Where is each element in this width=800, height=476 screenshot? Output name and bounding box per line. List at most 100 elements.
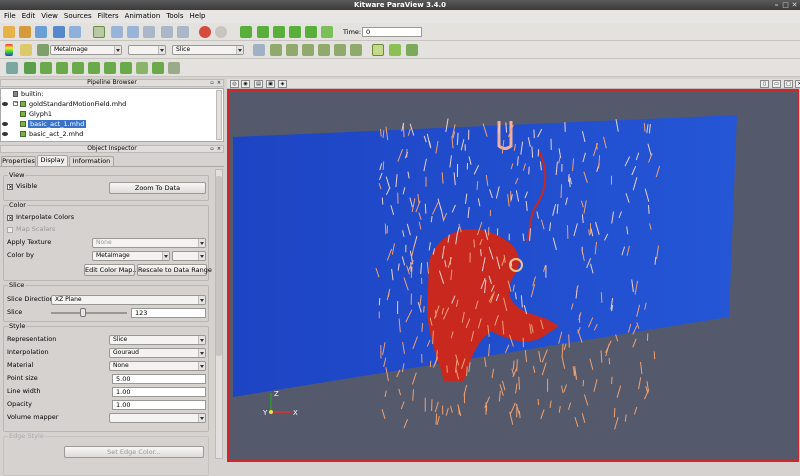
stream-tracer-icon[interactable] [120,62,132,74]
close-icon[interactable]: ✕ [790,1,799,9]
pipeline-scrollbar[interactable] [216,90,222,140]
tab-properties[interactable]: Properties [1,156,36,166]
rescale-range-icon[interactable] [37,44,49,56]
menu-file[interactable]: File [1,10,19,23]
rescale-to-data-range-button[interactable]: Rescale to Data Range [137,264,207,276]
pick-center-icon[interactable] [93,26,105,38]
material-combo[interactable]: None [109,361,206,371]
time-input[interactable]: 0 [362,27,422,37]
split-vertical-icon[interactable]: ▭ [772,80,781,88]
lookmark-icon[interactable]: ◉ [241,80,250,88]
open-file-icon[interactable] [3,26,15,38]
representation-combo[interactable]: Slice [172,45,244,55]
menu-view[interactable]: View [38,10,61,23]
redo-icon[interactable] [215,26,227,38]
minimize-icon[interactable]: – [772,1,781,9]
tab-information[interactable]: Information [69,156,114,166]
tab-display[interactable]: Display [37,155,68,166]
threshold-icon[interactable] [72,62,84,74]
slice-value-input[interactable]: 123 [131,308,206,318]
reset-camera-icon[interactable] [253,44,265,56]
connect-icon[interactable] [53,26,65,38]
next-frame-icon[interactable] [289,26,301,38]
apply-texture-combo[interactable]: None [92,238,206,248]
slice-direction-combo[interactable]: XZ Plane [51,295,206,305]
color-array-combo[interactable]: MetaImage [50,45,122,55]
tree-row-basic-act-2[interactable]: basic_act_2.mhd [1,129,216,139]
edit-color-map-button[interactable]: Edit Color Map... [84,264,135,276]
slice-icon[interactable] [56,62,68,74]
calculator-icon[interactable] [6,62,18,74]
zoom-box-icon[interactable] [177,26,189,38]
map-scalars-checkbox[interactable] [7,227,13,233]
close-panel-icon[interactable]: × [216,80,222,86]
disconnect-icon[interactable] [69,26,81,38]
float-panel-icon[interactable]: ▫ [209,80,215,86]
select-points-icon[interactable] [127,26,139,38]
pick-center-toggle-icon[interactable] [406,44,418,56]
close-panel-icon[interactable]: × [216,146,222,152]
interpolate-colors-checkbox[interactable]: ✕ [7,215,13,221]
menu-animation[interactable]: Animation [122,10,164,23]
warp-vector-icon[interactable] [136,62,148,74]
screenshot-icon[interactable]: ▣ [266,80,275,88]
select-block-icon[interactable] [161,26,173,38]
contour-icon[interactable] [24,62,36,74]
inspector-scrollbar-thumb[interactable] [216,176,222,356]
close-view-icon[interactable]: × [795,80,800,88]
menu-help[interactable]: Help [187,10,209,23]
eye-icon[interactable] [2,122,8,126]
tree-row-glyph1[interactable]: Glyph1 [1,109,216,119]
view-plus-z-icon[interactable] [334,44,346,56]
tree-row-basic-act-1[interactable]: basic_act_1.mhd [1,119,216,129]
undo-icon[interactable] [199,26,211,38]
view-plus-y-icon[interactable] [302,44,314,56]
maximize-icon[interactable]: □ [781,1,790,9]
tree-row-builtin[interactable]: builtin: [1,89,216,99]
play-icon[interactable] [273,26,285,38]
opacity-input[interactable]: 1.00 [112,400,206,410]
glyph-icon[interactable] [104,62,116,74]
render-icon[interactable]: ◈ [278,80,287,88]
render-view[interactable]: Z X Y [227,89,799,462]
select-cells-icon[interactable] [111,26,123,38]
edit-color-map-icon[interactable] [20,44,32,56]
show-center-icon[interactable] [372,44,384,56]
inspector-scrollbar[interactable] [215,169,223,459]
eye-icon[interactable] [2,132,8,136]
view-minus-z-icon[interactable] [350,44,362,56]
eye-icon[interactable] [2,102,8,106]
point-size-input[interactable]: 5.00 [112,374,206,384]
color-by-combo[interactable]: MetaImage [92,251,170,261]
previous-frame-icon[interactable] [257,26,269,38]
split-horizontal-icon[interactable]: ▯ [760,80,769,88]
zoom-to-data-button[interactable]: Zoom To Data [109,182,206,194]
line-width-input[interactable]: 1.00 [112,387,206,397]
interpolation-combo[interactable]: Gouraud [109,348,206,358]
save-state-icon[interactable] [35,26,47,38]
menu-filters[interactable]: Filters [95,10,122,23]
view-plus-x-icon[interactable] [270,44,282,56]
clip-icon[interactable] [40,62,52,74]
visible-checkbox[interactable]: ✕ [7,184,13,190]
last-frame-icon[interactable] [305,26,317,38]
extract-level-icon[interactable] [168,62,180,74]
slice-slider-handle[interactable] [80,308,86,317]
view-minus-y-icon[interactable] [318,44,330,56]
menu-tools[interactable]: Tools [163,10,186,23]
maximize-view-icon[interactable]: □ [784,80,793,88]
float-panel-icon[interactable]: ▫ [209,146,215,152]
load-state-icon[interactable] [19,26,31,38]
slice-slider-track[interactable] [51,312,127,314]
volume-mapper-combo[interactable] [109,413,206,423]
menu-edit[interactable]: Edit [19,10,39,23]
tree-row-motion-field[interactable]: − goldStandardMotionField.mhd [1,99,216,109]
collapse-icon[interactable]: − [13,101,18,106]
color-component-combo[interactable] [172,251,206,261]
first-frame-icon[interactable] [240,26,252,38]
color-legend-icon[interactable] [5,44,13,56]
loop-icon[interactable] [321,26,333,38]
select-frustum-icon[interactable] [143,26,155,38]
camera-icon[interactable]: ◎ [230,80,239,88]
component-combo[interactable] [128,45,166,55]
